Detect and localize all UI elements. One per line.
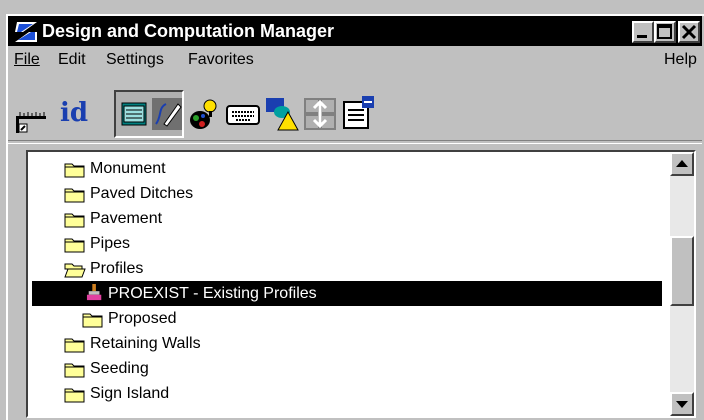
folder-icon [64, 213, 85, 228]
mode-toggle-group[interactable] [114, 90, 184, 138]
menu-bar: File Edit Settings Favorites Help [8, 48, 702, 72]
window-title: Design and Computation Manager [42, 21, 335, 41]
folder-icon [64, 363, 85, 378]
dialog-icon[interactable] [120, 100, 148, 128]
menu-favorites[interactable]: Favorites [188, 51, 254, 69]
toolbar: id [8, 86, 702, 146]
app-logo-icon [15, 22, 37, 42]
tree-item-sign-island[interactable]: Sign Island [28, 381, 668, 406]
folder-icon [64, 188, 85, 203]
tree-item-pavement[interactable]: Pavement [28, 206, 668, 231]
tree-item-seeding[interactable]: Seeding [28, 356, 668, 381]
arrow-up-icon [676, 160, 688, 167]
tree-item-proexist[interactable]: PROEXIST - Existing Profiles [32, 281, 662, 306]
scroll-up-button[interactable] [670, 152, 694, 176]
app-window: Design and Computation Manager File Edit… [6, 14, 704, 420]
tree-item-profiles[interactable]: Profiles [28, 256, 668, 281]
menu-settings[interactable]: Settings [106, 51, 164, 69]
folder-icon [64, 338, 85, 353]
menu-edit[interactable]: Edit [58, 51, 86, 69]
tree-item-label: Retaining Walls [90, 335, 201, 352]
grid-icon[interactable] [304, 98, 336, 130]
minimize-icon [637, 35, 647, 38]
keyboard-icon[interactable] [226, 104, 260, 126]
vertical-scrollbar[interactable] [670, 152, 694, 416]
tree-item-label: Pavement [90, 210, 163, 227]
scroll-down-button[interactable] [670, 392, 694, 416]
id-icon[interactable]: id [60, 96, 88, 130]
menu-file[interactable]: File [14, 51, 40, 69]
toolbar-separator [8, 140, 702, 144]
close-icon [681, 24, 697, 40]
tree-item-label: Monument [90, 160, 166, 177]
ruler-icon[interactable] [14, 104, 48, 134]
minimize-button[interactable] [632, 21, 654, 43]
tree-item-label: Proposed [108, 310, 177, 327]
pencil-icon[interactable] [152, 98, 182, 130]
maximize-button[interactable] [654, 21, 676, 43]
tree-item-label: Paved Ditches [90, 185, 194, 202]
tree-item-label: PROEXIST - Existing Profiles [108, 285, 317, 302]
tree-item-pipes[interactable]: Pipes [28, 231, 668, 256]
tree-item-label: Seeding [90, 360, 149, 377]
folder-icon [64, 238, 85, 253]
title-bar[interactable]: Design and Computation Manager [8, 16, 702, 46]
tree-item-label: Sign Island [90, 385, 170, 402]
tree-item-paved-ditches[interactable]: Paved Ditches [28, 181, 668, 206]
menu-help[interactable]: Help [664, 51, 697, 69]
tree-rows: Monument Paved Ditches Pavement Pipes Pr… [28, 152, 668, 416]
paint-brush-icon [86, 284, 102, 301]
close-button[interactable] [678, 21, 700, 43]
arrow-down-icon [676, 401, 688, 408]
folder-icon [64, 388, 85, 403]
palette-icon[interactable] [188, 98, 220, 132]
tree-item-retaining-walls[interactable]: Retaining Walls [28, 331, 668, 356]
tree-item-monument[interactable]: Monument [28, 156, 668, 181]
tree-item-label: Profiles [90, 260, 144, 277]
maximize-icon [657, 24, 672, 39]
tree-item-proposed[interactable]: Proposed [28, 306, 668, 331]
scroll-thumb[interactable] [670, 236, 694, 306]
open-folder-icon [64, 263, 86, 278]
tree-item-label: Pipes [90, 235, 131, 252]
category-tree[interactable]: Monument Paved Ditches Pavement Pipes Pr… [26, 150, 696, 418]
folder-icon [82, 313, 103, 328]
shapes-icon[interactable] [264, 96, 300, 132]
properties-icon[interactable] [342, 96, 374, 130]
folder-icon [64, 163, 85, 178]
